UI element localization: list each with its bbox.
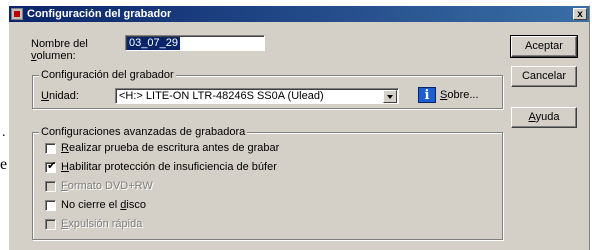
buffer-protection-checkbox[interactable]: ✔	[45, 160, 57, 173]
accept-button[interactable]: Aceptar	[510, 35, 578, 58]
fast-eject-checkbox	[45, 219, 56, 230]
background-dot: .	[2, 125, 6, 140]
leave-disc-open-label: No cierre el disco	[61, 199, 146, 211]
cancel-button[interactable]: Cancelar	[511, 66, 577, 87]
option-leave-disc-open[interactable]: No cierre el disco	[45, 199, 365, 213]
volume-name-input[interactable]: 03_07_29	[125, 35, 265, 51]
unit-label-rest: nidad:	[48, 90, 79, 102]
window-title: Configuración del grabador	[27, 8, 172, 20]
option-fast-eject: Expulsión rápida	[45, 218, 365, 232]
info-icon: i	[418, 87, 436, 103]
option-write-test[interactable]: Realizar prueba de escritura antes de gr…	[45, 142, 365, 156]
help-mnemonic: A	[528, 111, 536, 123]
close-button[interactable]: x	[573, 8, 587, 20]
recorder-settings-dialog: Configuración del grabador x Nombre del …	[8, 5, 590, 250]
unit-select[interactable]: <H:> LITE-ON LTR-48246S SS0A (Ulead)	[115, 88, 399, 104]
unit-label-mnemonic: U	[41, 90, 49, 102]
advanced-config-legend: Configuraciones avanzadas de grabadora	[39, 126, 248, 139]
recorder-app-icon	[11, 8, 23, 20]
recorder-config-group: Configuración del grabador Unidad: <H:> …	[32, 69, 503, 109]
buffer-protection-label: Habilitar protección de insuficiencia de…	[61, 161, 277, 173]
unit-select-value: <H:> LITE-ON LTR-48246S SS0A (Ulead)	[119, 90, 324, 102]
dvd-format-checkbox	[45, 181, 56, 192]
about-button[interactable]: i Sobre...	[414, 85, 502, 107]
title-bar: Configuración del grabador x	[9, 6, 589, 22]
option-dvd-format: Formato DVD+RW	[45, 180, 365, 194]
write-test-checkbox[interactable]	[45, 143, 56, 154]
option-buffer-protection[interactable]: ✔ Habilitar protección de insuficiencia …	[45, 160, 365, 175]
unit-label: Unidad:	[41, 90, 79, 103]
advanced-config-group: Configuraciones avanzadas de grabadora R…	[32, 126, 503, 240]
fast-eject-label: Expulsión rápida	[61, 218, 143, 230]
background-letter: e	[0, 156, 8, 173]
help-label-rest: yuda	[535, 111, 560, 123]
about-label-rest: obre...	[447, 89, 479, 101]
volume-label-rest: olumen:	[36, 50, 76, 62]
volume-label-line2: volumen:	[31, 50, 76, 63]
leave-disc-open-checkbox[interactable]	[45, 200, 56, 211]
help-button[interactable]: Ayuda	[511, 107, 577, 128]
write-test-label: Realizar prueba de escritura antes de gr…	[61, 142, 280, 154]
chevron-down-icon[interactable]	[383, 90, 397, 103]
dvd-format-label: Formato DVD+RW	[61, 180, 153, 192]
recorder-config-legend: Configuración del grabador	[39, 69, 176, 82]
volume-name-value: 03_07_29	[127, 37, 180, 50]
checkmark-icon: ✔	[47, 160, 57, 172]
about-label: Sobre...	[440, 89, 479, 102]
